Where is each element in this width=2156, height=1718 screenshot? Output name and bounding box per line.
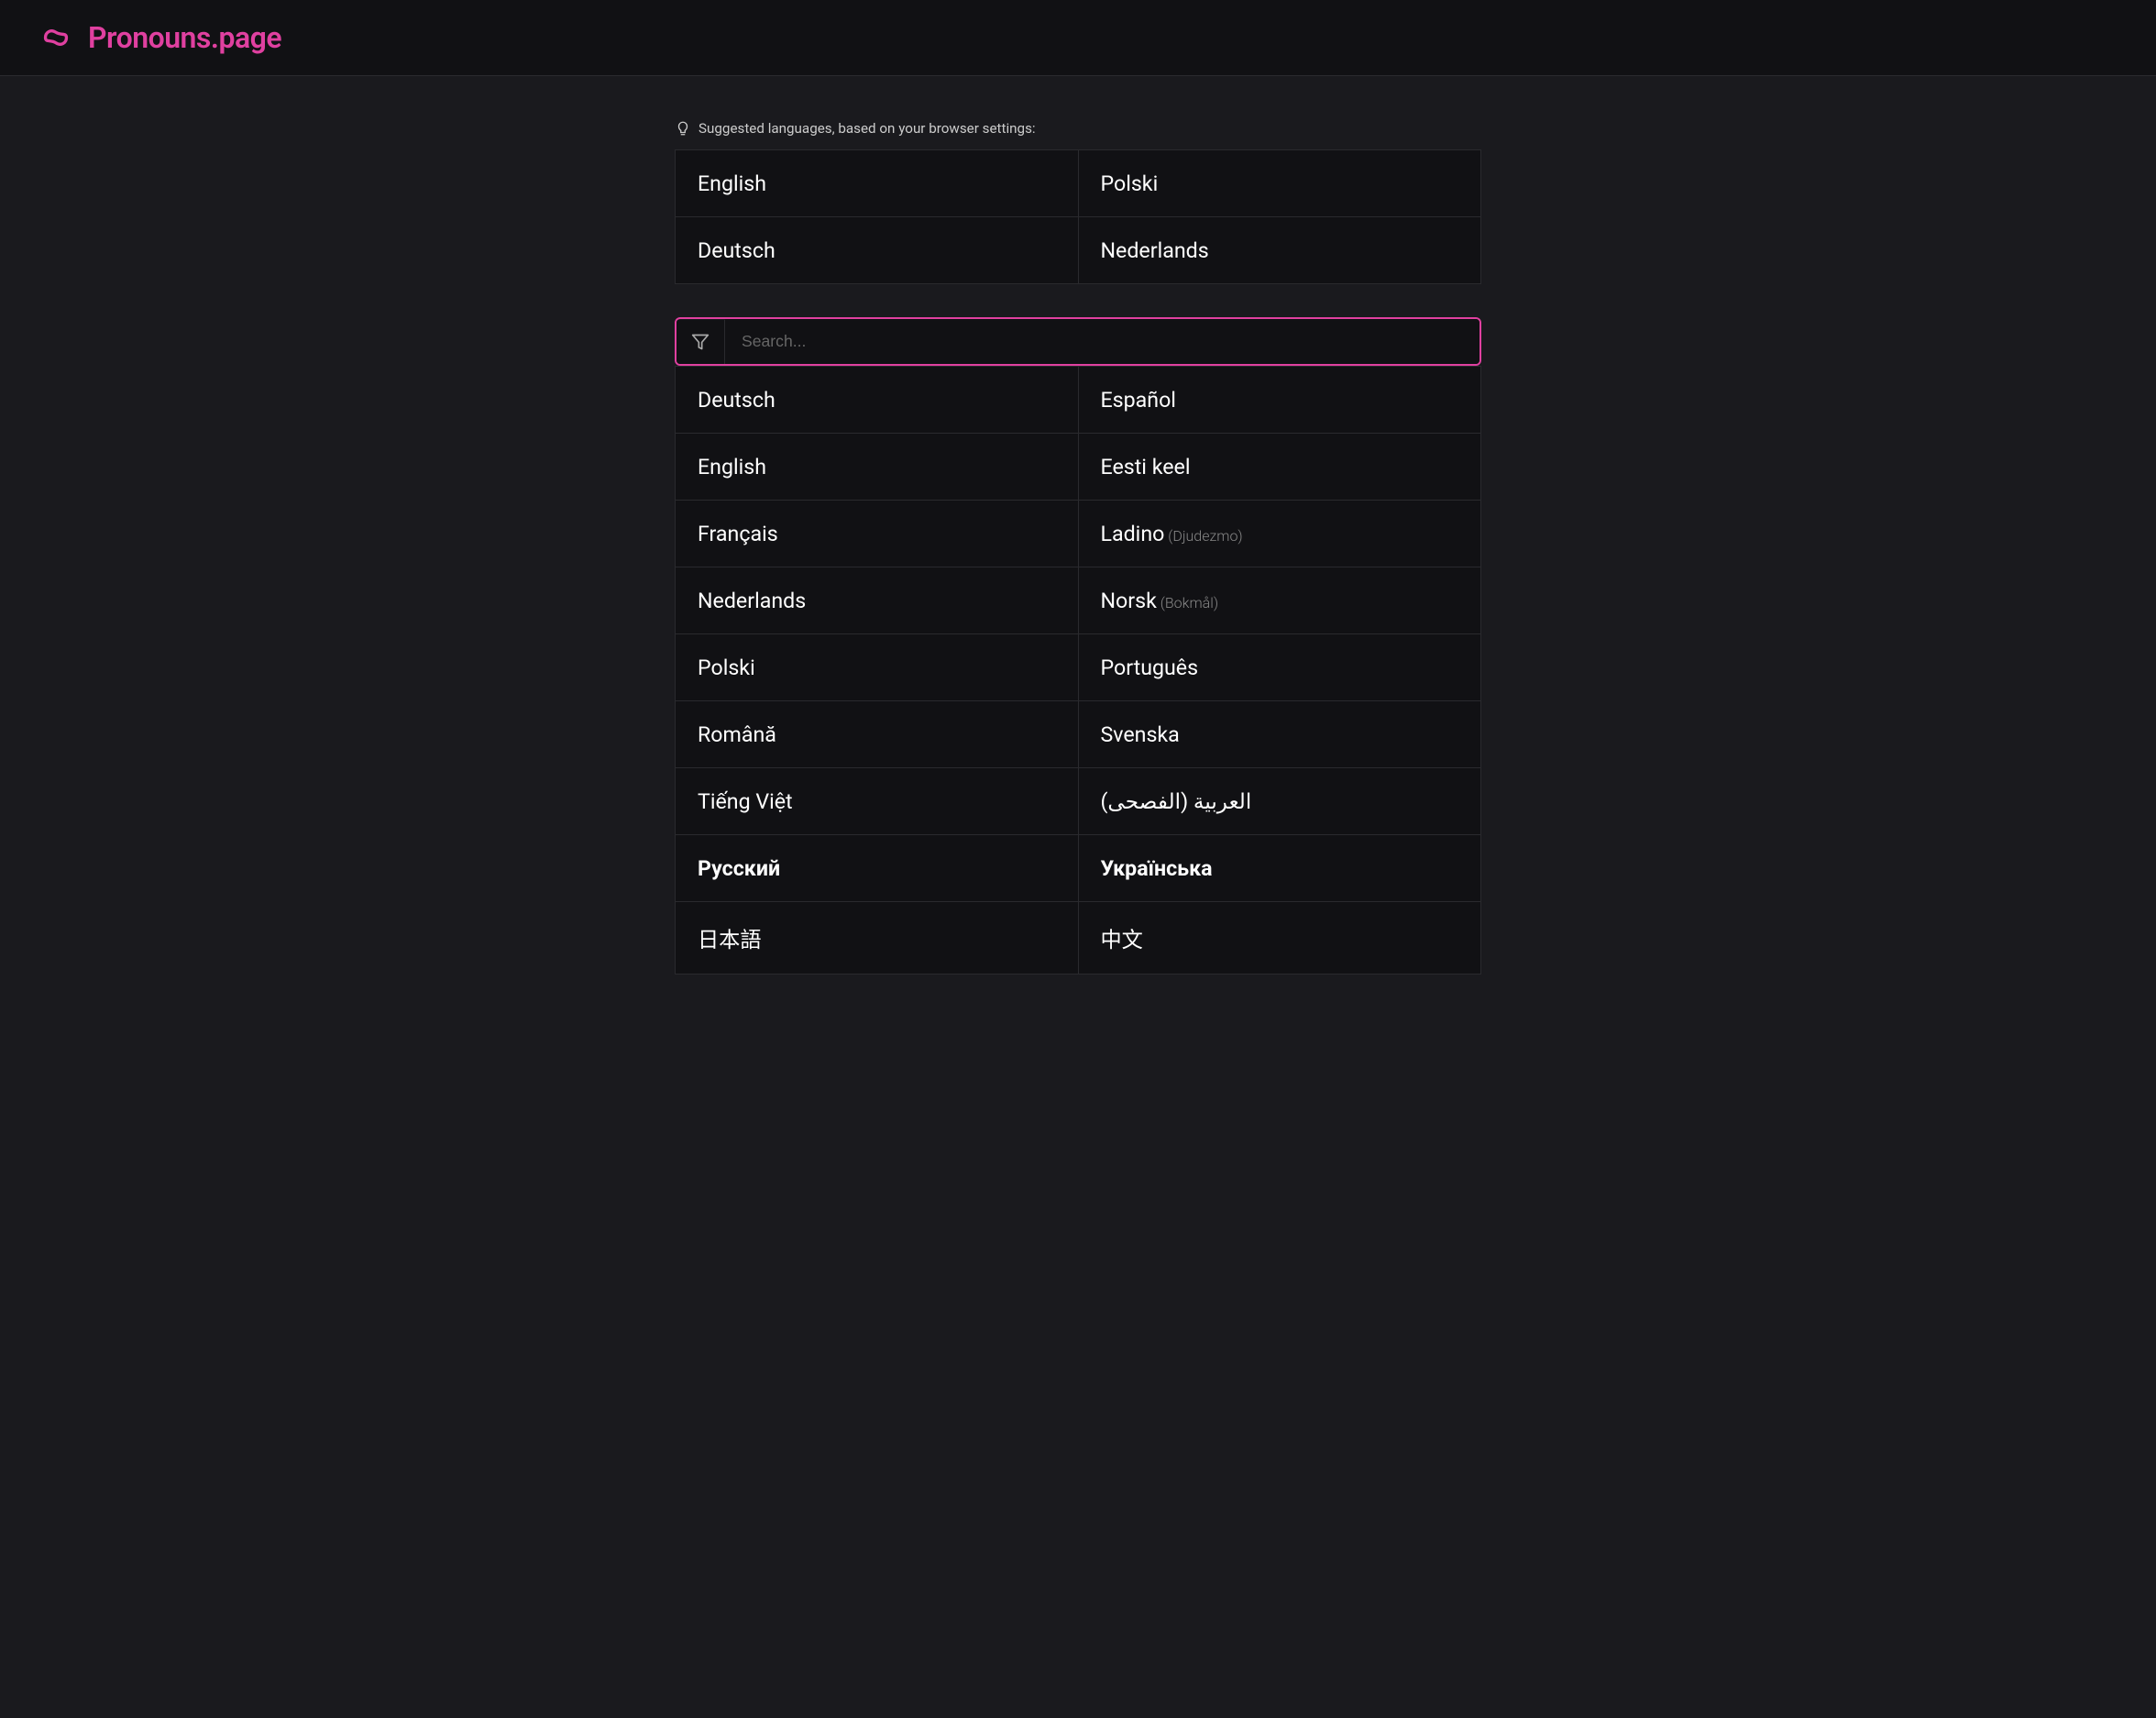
list-item[interactable]: العربية (الفصحى): [1078, 768, 1481, 835]
list-item[interactable]: Polski: [676, 634, 1079, 701]
table-row: NederlandsNorsk (Bokmål): [676, 567, 1481, 634]
search-wrapper: [675, 317, 1481, 366]
table-row: FrançaisLadino (Djudezmo): [676, 501, 1481, 567]
list-item[interactable]: Română: [676, 701, 1079, 768]
table-row: DeutschEspañol: [676, 367, 1481, 434]
list-item[interactable]: 中文: [1078, 902, 1481, 975]
list-item[interactable]: English: [676, 434, 1079, 501]
search-input[interactable]: [725, 319, 1480, 364]
filter-icon: [691, 333, 710, 351]
list-item[interactable]: Nederlands: [1078, 217, 1481, 284]
list-item[interactable]: Polski: [1078, 150, 1481, 217]
list-item[interactable]: Tiếng Việt: [676, 768, 1079, 835]
lightbulb-icon: [675, 120, 691, 137]
list-item[interactable]: Ladino (Djudezmo): [1078, 501, 1481, 567]
list-item[interactable]: Svenska: [1078, 701, 1481, 768]
table-row: 日本語中文: [676, 902, 1481, 975]
table-row: РусскийУкраїнська: [676, 835, 1481, 902]
table-row: English Polski: [676, 150, 1481, 217]
list-item[interactable]: Français: [676, 501, 1079, 567]
table-row: RomânăSvenska: [676, 701, 1481, 768]
site-header: Pronouns.page: [0, 0, 2156, 76]
list-item[interactable]: Português: [1078, 634, 1481, 701]
logo-icon[interactable]: [37, 23, 75, 52]
list-item[interactable]: Norsk (Bokmål): [1078, 567, 1481, 634]
list-item[interactable]: Nederlands: [676, 567, 1079, 634]
suggested-languages-table: English Polski Deutsch Nederlands: [675, 149, 1481, 284]
all-languages-table: DeutschEspañolEnglishEesti keelFrançaisL…: [675, 366, 1481, 975]
site-title: Pronouns.page: [88, 20, 281, 55]
suggestion-label: Suggested languages, based on your brows…: [698, 120, 1036, 137]
search-container: [675, 317, 1481, 366]
list-item[interactable]: Українська: [1078, 835, 1481, 902]
table-row: PolskiPortuguês: [676, 634, 1481, 701]
filter-button[interactable]: [676, 320, 725, 364]
suggestion-header: Suggested languages, based on your brows…: [675, 120, 1481, 137]
table-row: EnglishEesti keel: [676, 434, 1481, 501]
list-item[interactable]: Español: [1078, 367, 1481, 434]
list-item[interactable]: Deutsch: [676, 367, 1079, 434]
table-row: Tiếng Việtالعربية (الفصحى): [676, 768, 1481, 835]
list-item[interactable]: 日本語: [676, 902, 1079, 975]
list-item[interactable]: Deutsch: [676, 217, 1079, 284]
list-item[interactable]: Русский: [676, 835, 1079, 902]
list-item[interactable]: Eesti keel: [1078, 434, 1481, 501]
table-row: Deutsch Nederlands: [676, 217, 1481, 284]
main-content: Suggested languages, based on your brows…: [638, 76, 1518, 1011]
list-item[interactable]: English: [676, 150, 1079, 217]
